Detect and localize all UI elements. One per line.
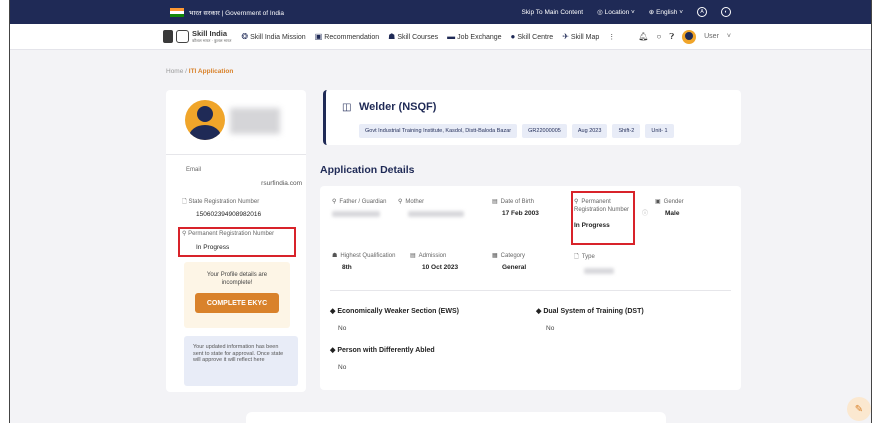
calendar-icon: ▤	[410, 253, 416, 259]
email-value: rsurfindia.com	[261, 180, 302, 187]
language-selector[interactable]: ⊕ English ˅	[649, 8, 683, 16]
national-emblem-icon	[163, 30, 173, 43]
nav-skill-map[interactable]: ✈ Skill Map	[562, 32, 599, 41]
session-chip: Aug 2023	[571, 124, 608, 138]
briefcase-icon: ▬	[447, 32, 456, 41]
recommendation-icon: ▣	[314, 32, 323, 41]
qualification-field: ☗ Highest Qualification 8th	[332, 253, 396, 271]
breadcrumb-current: ITI Application	[188, 68, 234, 75]
nav-job-exchange[interactable]: ▬ Job Exchange	[447, 32, 501, 41]
help-icon[interactable]: ❓︎	[669, 32, 674, 42]
incomplete-message: Your Profile details are incomplete!	[206, 272, 268, 286]
category-field: ▦ Category General	[492, 253, 527, 271]
book-icon: ◫	[342, 102, 352, 113]
person-icon: ⚲	[398, 199, 403, 205]
complete-ekyc-button[interactable]: COMPLETE EKYC	[195, 293, 279, 313]
code-chip: GR22000005	[522, 124, 567, 138]
pwd-value: No	[338, 364, 347, 371]
bottom-card	[246, 412, 666, 423]
person-icon: ⚲	[332, 199, 337, 205]
india-flag-icon	[170, 7, 184, 17]
more-menu-icon[interactable]: ⋮	[608, 33, 615, 41]
highlight-box	[571, 191, 635, 245]
email-label: Email	[186, 167, 202, 173]
search-icon[interactable]: ○	[656, 32, 661, 41]
course-card: ◫ Welder (NSQF) Govt Industrial Training…	[323, 90, 741, 145]
map-pin-icon: ●	[510, 32, 516, 41]
nav-skill-india-mission[interactable]: ❂ Skill India Mission	[241, 32, 305, 41]
nav-recommendation[interactable]: ▣ Recommendation	[315, 32, 379, 41]
nav-skill-centre[interactable]: ● Skill Centre	[511, 32, 554, 41]
breadcrumb-home[interactable]: Home	[166, 68, 183, 75]
skip-to-main-link[interactable]: Skip To Main Content	[521, 9, 583, 16]
browser-frame: भारत सरकार | Government of India Skip To…	[9, 0, 872, 423]
chevron-down-icon[interactable]: ˅	[727, 33, 731, 40]
type-field: 🗋︎ Type	[574, 252, 614, 276]
skill-india-mark-icon	[176, 30, 189, 43]
user-avatar[interactable]	[682, 29, 697, 44]
accessibility-icon[interactable]: A	[697, 7, 707, 17]
gender-field: ▣ Gender Male	[655, 199, 684, 217]
government-text: भारत सरकार | Government of India	[189, 9, 285, 17]
application-details-card: ⚲ Father / Guardian ⚲ Mother ▤ Date of Birt…	[320, 186, 741, 390]
application-details-heading: Application Details	[320, 164, 415, 176]
incomplete-profile-box: Your Profile details are incomplete! COM…	[184, 262, 290, 328]
dst-value: No	[546, 325, 555, 332]
ews-label: ◆ Economically Weaker Section (EWS)	[330, 308, 459, 315]
state-registration-label: 🗋︎ State Registration Number	[182, 199, 260, 205]
mission-icon: ❂	[241, 32, 249, 41]
chat-assistant-icon[interactable]: ✎	[847, 397, 871, 421]
contrast-icon[interactable]: ◐	[721, 7, 731, 17]
skill-map-icon: ✈	[562, 32, 569, 41]
redacted-name	[230, 108, 280, 134]
dst-label: ◆ Dual System of Training (DST)	[536, 308, 644, 315]
top-bar: भारत सरकार | Government of India Skip To…	[10, 0, 871, 24]
pwd-label: ◆ Person with Differently Abled	[330, 347, 435, 354]
graduation-cap-icon: ☗	[388, 32, 396, 41]
mother-field: ⚲ Mother	[398, 198, 464, 219]
calendar-icon: ▤	[492, 199, 498, 205]
document-icon: 🗋︎	[182, 199, 187, 205]
user-menu-label[interactable]: User	[704, 33, 719, 40]
notification-bell-icon[interactable]: 🔔︎	[638, 32, 648, 41]
unit-chip: Unit- 1	[645, 124, 674, 138]
dob-field: ▤ Date of Birth 17 Feb 2003	[492, 199, 539, 217]
nav-skill-courses[interactable]: ☗ Skill Courses	[388, 32, 438, 41]
highlight-box	[178, 227, 296, 257]
profile-card: Email rsurfindia.com 🗋︎ State Registrati…	[166, 90, 306, 392]
gender-icon: ▣	[655, 199, 661, 205]
state-registration-value: 150602394908982016	[196, 211, 262, 218]
graduation-cap-icon: ☗	[332, 253, 338, 259]
location-icon: ◎	[597, 9, 603, 16]
info-circle-icon[interactable]: ⓘ	[642, 208, 648, 217]
grid-icon: ▦	[492, 253, 498, 259]
globe-icon: ⊕	[648, 9, 655, 16]
main-navbar: Skill India कौशल भारत · कुशल भारत ❂ Skill …	[10, 24, 871, 50]
location-selector[interactable]: ◎ Location ˅	[597, 8, 635, 16]
profile-avatar	[185, 100, 225, 140]
document-icon: 🗋︎	[574, 254, 579, 260]
admission-field: ▤ Admission 10 Oct 2023	[410, 253, 459, 271]
breadcrumb: Home / ITI Application	[166, 68, 234, 75]
skill-india-logo[interactable]: Skill India कौशल भारत · कुशल भारत	[163, 29, 232, 44]
ews-value: No	[338, 325, 347, 332]
course-title: Welder (NSQF)	[359, 101, 437, 113]
father-field: ⚲ Father / Guardian	[332, 198, 386, 219]
shift-chip: Shift-2	[612, 124, 641, 138]
approval-info-box: Your updated information has been sent t…	[184, 336, 298, 386]
institute-chip: Govt Industrial Training Institute, Kasd…	[359, 124, 518, 138]
brand-subtitle: कौशल भारत · कुशल भारत	[192, 37, 232, 43]
